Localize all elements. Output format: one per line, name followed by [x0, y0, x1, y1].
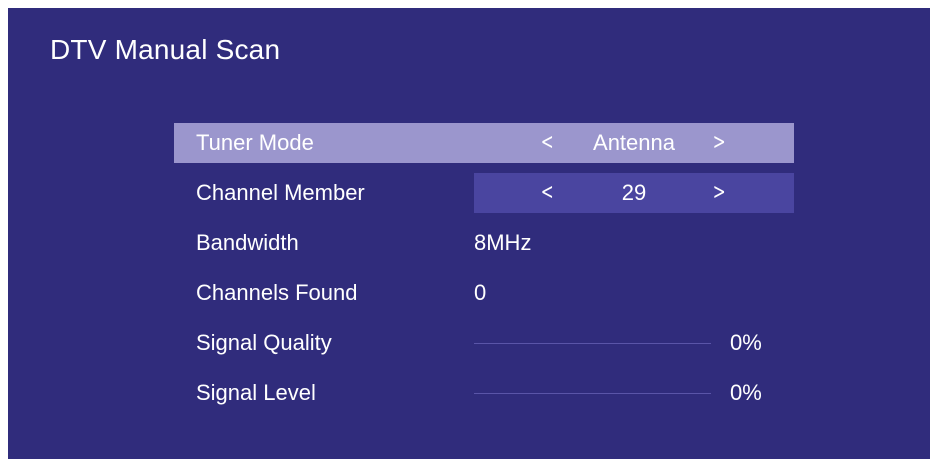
- signal-level-percent: 0%: [730, 380, 762, 405]
- bandwidth-label: Bandwidth: [196, 230, 299, 255]
- dtv-manual-scan-screen: DTV Manual Scan Tuner Mode < Antenna > C…: [8, 8, 930, 459]
- channels-found-label: Channels Found: [196, 280, 358, 305]
- menu-row-signal-level: Signal Level 0%: [174, 373, 794, 413]
- chevron-right-icon[interactable]: >: [713, 173, 726, 213]
- channels-found-value: 0: [474, 280, 487, 305]
- channel-member-value: 29: [621, 180, 647, 205]
- channel-member-selector[interactable]: < 29 >: [474, 173, 794, 213]
- signal-quality-label: Signal Quality: [196, 330, 332, 355]
- bandwidth-value: 8MHz: [474, 230, 532, 255]
- chevron-right-icon[interactable]: >: [713, 123, 726, 163]
- chevron-left-icon[interactable]: <: [541, 173, 554, 213]
- menu-row-bandwidth: Bandwidth 8MHz: [174, 223, 794, 263]
- signal-level-label: Signal Level: [196, 380, 316, 405]
- signal-quality-percent: 0%: [730, 330, 762, 355]
- tuner-mode-label: Tuner Mode: [196, 130, 314, 155]
- signal-quality-bar: [474, 343, 711, 344]
- menu-row-channel-member[interactable]: Channel Member < 29 >: [174, 173, 794, 213]
- channel-member-label: Channel Member: [196, 180, 365, 205]
- menu-row-tuner-mode[interactable]: Tuner Mode < Antenna >: [174, 123, 794, 163]
- menu-row-channels-found: Channels Found 0: [174, 273, 794, 313]
- page-title: DTV Manual Scan: [50, 34, 281, 65]
- menu-row-signal-quality: Signal Quality 0%: [174, 323, 794, 363]
- tuner-mode-selector[interactable]: < Antenna >: [474, 123, 794, 163]
- chevron-left-icon[interactable]: <: [541, 123, 554, 163]
- signal-level-bar: [474, 393, 711, 394]
- tuner-mode-value: Antenna: [593, 130, 675, 155]
